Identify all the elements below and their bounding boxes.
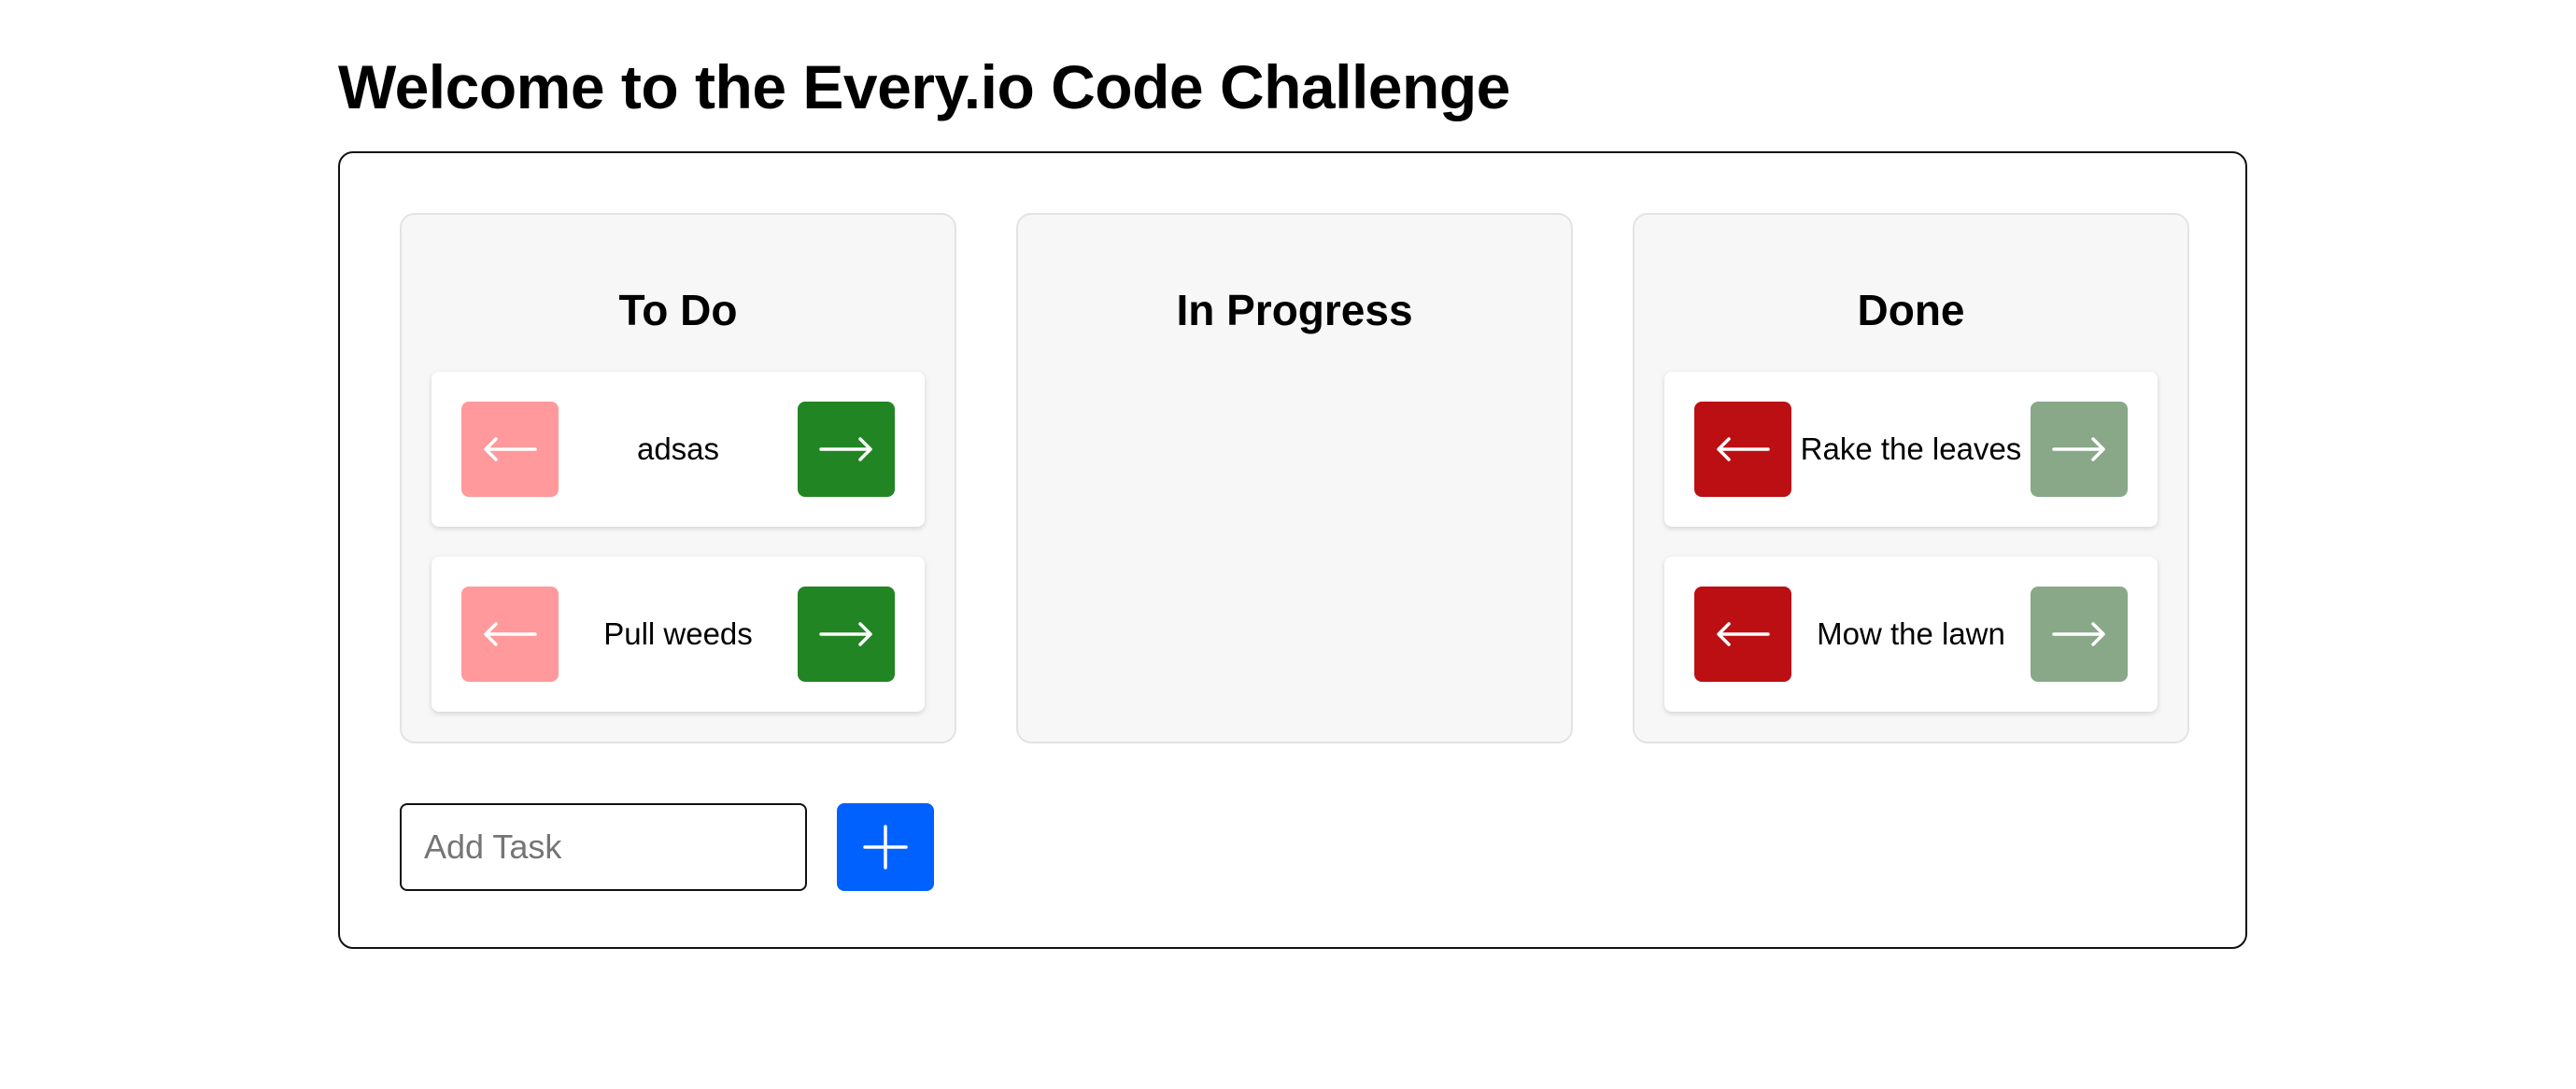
task-card: Mow the lawn [1664, 557, 2158, 712]
column-todo: To Do adsas Pull weeds [400, 213, 956, 743]
arrow-right-icon [2052, 622, 2105, 646]
add-task-button[interactable] [837, 803, 934, 891]
column-title: In Progress [1176, 286, 1413, 334]
arrow-left-icon [484, 437, 537, 461]
arrow-right-icon [819, 622, 872, 646]
move-right-button[interactable] [798, 587, 895, 682]
task-card: adsas [432, 372, 925, 527]
column-title: Done [1857, 286, 1965, 334]
arrow-left-icon [484, 622, 537, 646]
column-done: Done Rake the leaves Mow the lawn [1633, 213, 2189, 743]
move-right-button[interactable] [2031, 587, 2128, 682]
arrow-left-icon [1717, 437, 1770, 461]
page-title: Welcome to the Every.io Code Challenge [338, 52, 1510, 121]
task-card: Pull weeds [432, 557, 925, 712]
plus-icon [863, 825, 908, 870]
task-text: adsas [636, 431, 720, 466]
page: Welcome to the Every.io Code Challenge T… [0, 0, 2576, 1089]
move-right-button[interactable] [2031, 402, 2128, 497]
move-left-button[interactable] [1694, 402, 1791, 497]
arrow-right-icon [819, 437, 872, 461]
column-in-progress: In Progress [1016, 213, 1573, 743]
task-text: Pull weeds [603, 616, 753, 651]
arrow-right-icon [2052, 437, 2105, 461]
move-right-button[interactable] [798, 402, 895, 497]
move-left-button[interactable] [461, 402, 559, 497]
add-task-input[interactable] [400, 803, 807, 891]
column-title: To Do [618, 286, 738, 334]
task-text: Mow the lawn [1817, 616, 2005, 651]
task-board: To Do adsas Pull weeds In Progress Done … [338, 151, 2247, 949]
move-left-button[interactable] [1694, 587, 1791, 682]
task-card: Rake the leaves [1664, 372, 2158, 527]
move-left-button[interactable] [461, 587, 559, 682]
arrow-left-icon [1717, 622, 1770, 646]
task-text: Rake the leaves [1800, 431, 2022, 466]
